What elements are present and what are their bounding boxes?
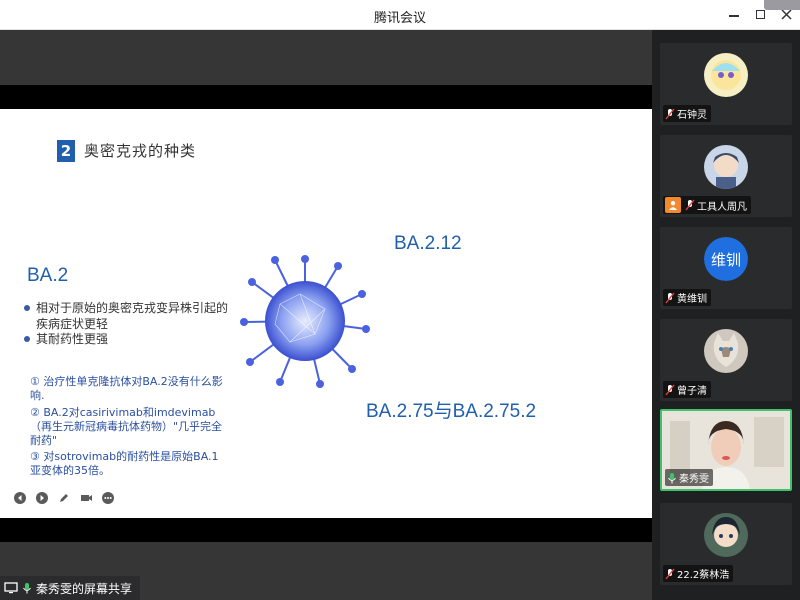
participant-nameplate: 工具人周凡 [663, 196, 751, 214]
self-view-thumb[interactable] [764, 0, 800, 10]
note-1: ① 治疗性单克隆抗体对BA.2没有什么影响. [30, 375, 223, 402]
screen-share-status[interactable]: 秦秀雯的屏幕共享 [0, 576, 141, 600]
participant-tile[interactable]: 石钟灵 [660, 43, 792, 125]
minimize-icon [729, 15, 739, 17]
next-icon [36, 492, 48, 504]
participant-avatar [704, 513, 748, 557]
anime-avatar-icon [704, 513, 748, 557]
participant-nameplate: 石钟灵 [663, 105, 711, 122]
participant-tile-active[interactable]: 秦秀雯 [660, 409, 792, 491]
note-2: ② BA.2对casirivimab和imdevimab（再生元新冠病毒抗体药物… [30, 406, 223, 447]
cat-avatar-icon [704, 329, 748, 373]
window-title: 腾讯会议 [373, 11, 426, 26]
bullet-item: 相对于原始的奥密克戎变异株引起的疾病症状更轻 [24, 300, 234, 332]
close-icon [780, 8, 792, 20]
letterbox-bottom [0, 518, 652, 542]
presentation-slide: 2 奥密克戎的种类 BA.2 相对于原始的奥密克戎变异株引起的疾病症状更轻 其耐… [0, 109, 652, 518]
participant-nameplate: 22.2蔡林浩 [663, 565, 734, 582]
participant-avatar [704, 145, 748, 189]
participant-tile[interactable]: 曾子清 [660, 319, 792, 401]
mic-muted-icon [665, 568, 675, 580]
participant-tile[interactable]: 维钏 黄维钏 [660, 227, 792, 309]
title-bar: 腾讯会议 [0, 0, 800, 30]
screen-share-label: 秦秀雯的屏幕共享 [36, 581, 133, 596]
note-3: ③ 对sotrovimab的耐药性是原始BA.1亚变体的35倍。 [30, 450, 219, 477]
virus-illustration [240, 255, 370, 388]
camera-tool-button[interactable] [79, 491, 93, 505]
participant-name: 石钟灵 [677, 110, 707, 121]
avatar-initials: 维钏 [704, 237, 748, 281]
mic-on-icon [667, 472, 677, 484]
participant-name: 黄维钏 [677, 294, 707, 305]
letterbox-top [0, 85, 652, 109]
section-title: 奥密克戎的种类 [84, 142, 197, 160]
mic-muted-icon [665, 108, 675, 120]
variant-ba2-heading: BA.2 [27, 265, 69, 286]
prev-icon [14, 492, 26, 504]
bullet-item: 其耐药性更强 [24, 331, 234, 347]
section-number: 2 [57, 140, 75, 162]
participant-nameplate: 黄维钏 [663, 289, 711, 306]
more-icon [102, 492, 114, 504]
participant-avatar [704, 329, 748, 373]
mic-muted-icon [665, 384, 675, 396]
participant-avatar [704, 53, 748, 97]
next-slide-button[interactable] [35, 491, 49, 505]
maximize-icon [755, 9, 765, 19]
participant-name: 22.2蔡林浩 [677, 570, 730, 581]
participant-tile[interactable]: 工具人周凡 [660, 135, 792, 217]
more-options-button[interactable] [101, 491, 115, 505]
meeting-window: 腾讯会议 2 奥密克戎的种类 BA.2 相对于原始的奥密克戎变异株引起的疾病症状… [0, 0, 800, 600]
variant-ba212-label: BA.2.12 [394, 233, 462, 254]
participant-tile[interactable]: 22.2蔡林浩 [660, 503, 792, 585]
bullet-text: 相对于原始的奥密克戎变异株引起的疾病症状更轻 [36, 301, 229, 331]
slide-controls [13, 491, 115, 505]
minimize-button[interactable] [726, 4, 742, 24]
mic-muted-icon [665, 292, 675, 304]
prev-slide-button[interactable] [13, 491, 27, 505]
screen-icon [4, 582, 18, 594]
bullet-dot [24, 305, 30, 311]
participant-name: 秦秀雯 [679, 474, 709, 485]
participant-avatar: 维钏 [704, 237, 748, 281]
participant-name: 工具人周凡 [697, 201, 747, 213]
anime-avatar-icon [704, 145, 748, 189]
participants-panel: 石钟灵 工具人周凡 维钏 黄维钏 曾子清 秦秀雯 22.2蔡林浩 [652, 30, 800, 600]
pen-icon [60, 494, 68, 502]
bullet-dot [24, 336, 30, 342]
participant-name: 曾子清 [677, 386, 707, 397]
mic-muted-icon [685, 199, 695, 211]
participant-nameplate: 曾子清 [663, 381, 711, 398]
screen-share-area: 2 奥密克戎的种类 BA.2 相对于原始的奥密克戎变异株引起的疾病症状更轻 其耐… [0, 30, 652, 600]
participant-nameplate: 秦秀雯 [665, 469, 713, 486]
mic-on-icon [23, 583, 31, 594]
pen-tool-button[interactable] [57, 491, 71, 505]
variant-ba275-label: BA.2.75与BA.2.75.2 [366, 401, 537, 422]
host-icon [665, 197, 681, 213]
cartoon-avatar-icon [704, 53, 748, 97]
camera-icon [80, 495, 92, 501]
bullet-text: 其耐药性更强 [36, 332, 109, 346]
